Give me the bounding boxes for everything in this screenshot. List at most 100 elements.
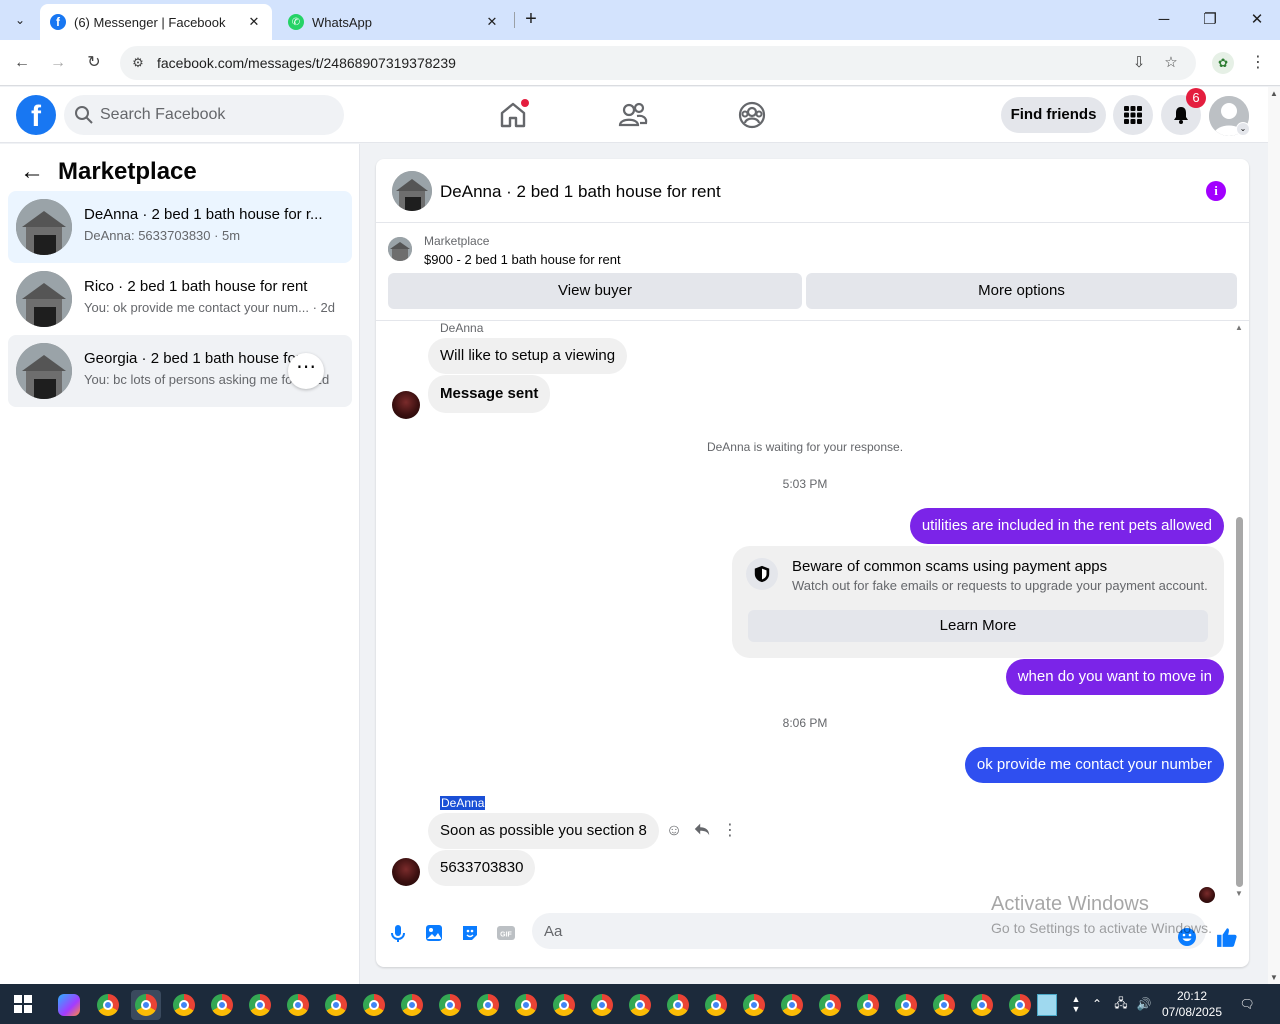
system-clock[interactable]: 20:12 07/08/2025 [1160, 988, 1224, 1020]
chrome-profile-icon[interactable] [587, 990, 617, 1020]
show-hidden-icons-icon[interactable]: ⌃ [1088, 984, 1106, 1024]
chrome-profile-icon[interactable] [473, 990, 503, 1020]
deanna-avatar[interactable] [392, 858, 420, 886]
more-options-button[interactable]: More options [806, 273, 1237, 309]
chat-listing-thumbnail[interactable] [392, 171, 432, 211]
reload-icon[interactable]: ↻ [82, 51, 106, 75]
network-icon[interactable]: 🖧 [1110, 984, 1132, 1024]
close-tab-icon[interactable]: ✕ [246, 14, 262, 30]
chrome-profile-icon[interactable] [967, 990, 997, 1020]
tab-whatsapp[interactable]: ✆ WhatsApp ✕ [278, 4, 510, 40]
chrome-profile-icon[interactable] [853, 990, 883, 1020]
chrome-profile-icon[interactable] [511, 990, 541, 1020]
facebook-logo-icon[interactable]: f [16, 95, 56, 135]
tab-search-chevron-icon[interactable]: ⌄ [8, 8, 32, 32]
search-input[interactable] [100, 95, 336, 135]
friends-icon[interactable] [617, 99, 649, 131]
browser-menu-icon[interactable]: ⋮ [1248, 52, 1268, 74]
install-app-icon[interactable]: ⇩ [1128, 52, 1150, 74]
gif-icon[interactable]: GIF [492, 919, 520, 947]
new-tab-button[interactable]: + [520, 8, 542, 32]
chrome-profile-icon[interactable] [929, 990, 959, 1020]
microphone-icon[interactable] [384, 919, 412, 947]
groups-icon[interactable] [736, 99, 768, 131]
home-icon[interactable] [497, 99, 529, 131]
thumbs-up-icon[interactable] [1213, 923, 1241, 951]
scroll-down-arrow-icon[interactable]: ▼ [1235, 889, 1243, 898]
taskbar-scroll-arrows-icon[interactable]: ▲ ▼ [1068, 984, 1084, 1024]
conversation-item-georgia[interactable]: Georgia · 2 bed 1 bath house for r... Yo… [8, 335, 352, 407]
page-scroll-up-icon[interactable]: ▲ [1270, 89, 1278, 98]
facebook-search[interactable] [64, 95, 344, 135]
outgoing-message[interactable]: utilities are included in the rent pets … [909, 508, 1224, 544]
message-more-icon[interactable]: ⋮ [719, 820, 741, 842]
minimize-icon[interactable]: ─ [1152, 8, 1176, 32]
chrome-profile-icon[interactable] [93, 990, 123, 1020]
outgoing-message[interactable]: ok provide me contact your number [964, 747, 1224, 783]
chat-scrollbar-thumb[interactable] [1236, 517, 1243, 887]
find-friends-button[interactable]: Find friends [1001, 97, 1106, 133]
learn-more-button[interactable]: Learn More [748, 610, 1208, 642]
outgoing-message[interactable]: when do you want to move in [1005, 659, 1224, 695]
incoming-message[interactable]: 5633703830 [428, 850, 536, 886]
menu-grid-icon[interactable] [1113, 95, 1153, 135]
chrome-profile-icon[interactable] [397, 990, 427, 1020]
volume-icon[interactable]: 🔊 [1134, 984, 1154, 1024]
chrome-profile-icon[interactable] [815, 990, 845, 1020]
chrome-profile-icon[interactable] [663, 990, 693, 1020]
chrome-profile-icon[interactable] [283, 990, 313, 1020]
incoming-message[interactable]: Will like to setup a viewing [428, 338, 628, 374]
info-icon[interactable]: i [1206, 181, 1226, 201]
incoming-message[interactable]: Message sent [428, 375, 551, 413]
chrome-profile-icon[interactable] [435, 990, 465, 1020]
incoming-message[interactable]: Soon as possible you section 8 [428, 813, 659, 849]
deanna-avatar[interactable] [392, 391, 420, 419]
view-buyer-button[interactable]: View buyer [388, 273, 802, 309]
url-text[interactable]: facebook.com/messages/t/2486890731937823… [157, 55, 456, 71]
chrome-profile-icon[interactable] [739, 990, 769, 1020]
site-settings-icon[interactable]: ⚙ [128, 53, 148, 73]
windows-start-icon[interactable] [14, 995, 32, 1013]
reply-icon[interactable] [691, 820, 713, 842]
scroll-up-arrow-icon[interactable]: ▲ [1235, 323, 1243, 332]
extension-icon[interactable]: ✿ [1212, 52, 1234, 74]
chrome-profile-icon[interactable] [891, 990, 921, 1020]
page-scrollbar[interactable]: ▲ ▼ [1268, 87, 1280, 984]
conversation-item-deanna[interactable]: DeAnna · 2 bed 1 bath house for r... DeA… [8, 191, 352, 263]
restore-icon[interactable]: ❐ [1198, 8, 1222, 32]
photo-attach-icon[interactable] [420, 919, 448, 947]
account-chevron-down-icon[interactable]: ⌄ [1236, 122, 1250, 136]
listing-title[interactable]: $900 - 2 bed 1 bath house for rent [424, 252, 621, 267]
chrome-profile-icon[interactable] [245, 990, 275, 1020]
back-icon[interactable]: ← [10, 51, 34, 75]
chrome-profile-icon[interactable] [359, 990, 389, 1020]
tab-messenger[interactable]: f (6) Messenger | Facebook ✕ [40, 4, 272, 40]
chat-title[interactable]: DeAnna · 2 bed 1 bath house for rent [440, 182, 721, 202]
close-tab-icon[interactable]: ✕ [484, 14, 500, 30]
tab-title: WhatsApp [312, 14, 372, 30]
copilot-icon[interactable] [54, 990, 84, 1020]
conversation-item-rico[interactable]: Rico · 2 bed 1 bath house for rent You: … [8, 263, 352, 335]
chrome-profile-icon[interactable] [207, 990, 237, 1020]
chrome-active-icon[interactable] [131, 990, 161, 1020]
chrome-profile-icon[interactable] [701, 990, 731, 1020]
conversation-more-options-button[interactable]: ⋯ [288, 353, 324, 389]
chrome-profile-icon[interactable] [777, 990, 807, 1020]
bookmark-star-icon[interactable]: ☆ [1160, 52, 1182, 74]
chrome-profile-icon[interactable] [625, 990, 655, 1020]
chrome-profile-icon[interactable] [169, 990, 199, 1020]
marketplace-listing-banner: Marketplace $900 - 2 bed 1 bath house fo… [376, 223, 1249, 321]
chrome-profile-icon[interactable] [1005, 990, 1035, 1020]
chrome-profile-icon[interactable] [549, 990, 579, 1020]
back-arrow-icon[interactable]: ← [20, 158, 44, 186]
sticker-icon[interactable] [456, 919, 484, 947]
notification-center-icon[interactable]: 🗨 [1234, 984, 1260, 1024]
forward-icon[interactable]: → [46, 51, 70, 75]
react-emoji-icon[interactable]: ☺ [663, 820, 685, 842]
chat-scrollbar[interactable]: ▲ ▼ [1232, 321, 1246, 901]
close-window-icon[interactable]: ✕ [1245, 8, 1269, 32]
page-scroll-down-icon[interactable]: ▼ [1270, 973, 1278, 982]
chrome-profile-icon[interactable] [321, 990, 351, 1020]
notepad-icon[interactable] [1032, 990, 1062, 1020]
address-bar[interactable]: ⚙ facebook.com/messages/t/24868907319378… [120, 46, 1196, 80]
